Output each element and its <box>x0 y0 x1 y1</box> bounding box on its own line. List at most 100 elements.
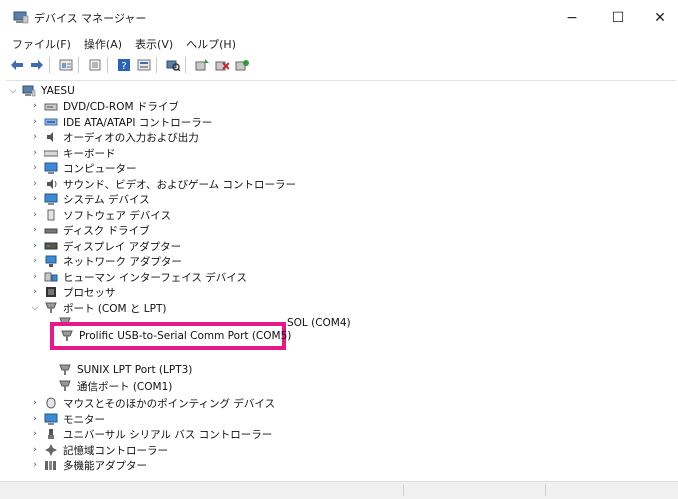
sound-icon <box>44 178 58 190</box>
chevron-right-icon[interactable]: › <box>30 272 40 282</box>
chevron-down-icon[interactable]: ⌵ <box>8 86 18 96</box>
menu-action[interactable]: 操作(A) <box>84 36 122 52</box>
tree-item[interactable]: › サウンド、ビデオ、およびゲーム コントローラー <box>30 176 296 192</box>
computer-icon <box>22 85 36 97</box>
tree-item[interactable]: › ネットワーク アダプター <box>30 253 182 269</box>
chevron-right-icon[interactable]: › <box>30 210 40 220</box>
title-bar: デバイス マネージャー − ☐ ✕ <box>0 0 678 36</box>
tree-item-label: ディスク ドライブ <box>63 224 150 237</box>
chevron-right-icon[interactable]: › <box>30 460 40 470</box>
menu-help[interactable]: ヘルプ(H) <box>186 36 236 52</box>
port-item-selected[interactable]: Prolific USB-to-Serial Comm Port (COM5) <box>60 328 291 344</box>
tree-item[interactable]: › モニター <box>30 411 105 427</box>
chevron-right-icon[interactable]: › <box>30 225 40 235</box>
tree-item[interactable]: › ユニバーサル シリアル バス コントローラー <box>30 426 272 442</box>
chevron-right-icon[interactable]: › <box>30 429 40 439</box>
menu-view[interactable]: 表示(V) <box>135 36 173 52</box>
svg-text:?: ? <box>121 61 126 71</box>
scan-hardware-icon[interactable] <box>165 57 181 73</box>
chevron-right-icon[interactable]: › <box>30 287 40 297</box>
system-device-icon <box>44 193 58 205</box>
tree-root[interactable]: ⌵ YAESU <box>8 83 75 99</box>
chevron-right-icon[interactable]: › <box>30 194 40 204</box>
tree-item[interactable]: › プロセッサ <box>30 284 116 300</box>
tree-item[interactable]: › 多機能アダプター <box>30 457 147 473</box>
tree-item-label: コンピューター <box>63 162 137 175</box>
tree-item-label: IDE ATA/ATAPI コントローラー <box>63 116 213 129</box>
dvd-drive-icon <box>44 100 58 112</box>
mouse-icon <box>44 397 58 409</box>
menu-file[interactable]: ファイル(F) <box>12 36 71 52</box>
status-bar <box>0 481 678 499</box>
update-driver-icon[interactable] <box>234 57 250 73</box>
chevron-right-icon[interactable]: › <box>30 179 40 189</box>
chevron-right-icon[interactable]: › <box>30 398 40 408</box>
chevron-right-icon[interactable]: › <box>30 132 40 142</box>
tree-root-label: YAESU <box>41 85 75 97</box>
software-device-icon <box>44 209 58 221</box>
multifunction-adapter-icon <box>44 459 58 471</box>
toolbar-separator <box>49 57 50 73</box>
uninstall-device-icon[interactable] <box>214 57 230 73</box>
tree-item-label: キーボード <box>63 147 116 160</box>
tree-item[interactable]: › オーディオの入力および出力 <box>30 129 199 145</box>
forward-arrow-icon[interactable] <box>29 57 45 73</box>
tree-item[interactable]: › ヒューマン インターフェイス デバイス <box>30 269 247 285</box>
tree-item[interactable]: › DVD/CD-ROM ドライブ <box>30 98 179 114</box>
close-button[interactable]: ✕ <box>638 4 678 32</box>
device-tree: ⌵ YAESU › DVD/CD-ROM ドライブ › IDE ATA/ATAP… <box>6 80 676 481</box>
status-divider <box>403 484 404 496</box>
port-icon <box>58 364 72 376</box>
port-item[interactable]: 通信ポート (COM1) <box>58 378 172 394</box>
toolbar: ? <box>0 53 678 77</box>
port-item-label: SUNIX LPT Port (LPT3) <box>77 364 193 376</box>
tree-item[interactable]: › ディスク ドライブ <box>30 222 150 238</box>
tree-item[interactable]: › IDE ATA/ATAPI コントローラー <box>30 114 212 130</box>
chevron-right-icon[interactable]: › <box>30 445 40 455</box>
chevron-right-icon[interactable]: › <box>30 163 40 173</box>
tree-item-ports[interactable]: ⌵ ポート (COM と LPT) <box>30 300 166 316</box>
back-arrow-icon[interactable] <box>9 57 25 73</box>
chevron-right-icon[interactable]: › <box>30 101 40 111</box>
tree-item[interactable]: › コンピューター <box>30 160 137 176</box>
monitor-icon <box>44 413 58 425</box>
tree-item[interactable]: › キーボード <box>30 145 116 161</box>
usb-icon <box>44 428 58 440</box>
close-icon: ✕ <box>654 10 666 26</box>
help-icon[interactable]: ? <box>116 57 132 73</box>
speaker-icon <box>44 131 58 143</box>
tree-item[interactable]: › ソフトウェア デバイス <box>30 207 171 223</box>
ide-controller-icon <box>44 116 58 128</box>
toolbar-separator <box>156 57 157 73</box>
device-manager-icon <box>13 10 29 24</box>
toolbar-separator <box>78 57 79 73</box>
tree-item[interactable]: › マウスとそのほかのポインティング デバイス <box>30 395 275 411</box>
toolbar-separator <box>185 57 186 73</box>
chevron-right-icon[interactable]: › <box>30 117 40 127</box>
chevron-right-icon[interactable]: › <box>30 414 40 424</box>
maximize-button[interactable]: ☐ <box>596 4 640 32</box>
chevron-right-icon[interactable]: › <box>30 148 40 158</box>
tree-item-label: 多機能アダプター <box>63 459 147 472</box>
device-view-icon[interactable] <box>136 57 152 73</box>
minimize-button[interactable]: − <box>550 4 594 32</box>
tree-item[interactable]: › 記憶域コントローラー <box>30 442 168 458</box>
port-icon <box>58 380 72 392</box>
keyboard-icon <box>43 147 59 159</box>
add-device-icon[interactable] <box>194 57 210 73</box>
computer-icon <box>44 162 58 174</box>
properties-icon[interactable] <box>58 57 74 73</box>
tree-item[interactable]: › ディスプレイ アダプター <box>30 238 181 254</box>
network-adapter-icon <box>44 255 58 267</box>
processor-icon <box>44 286 58 298</box>
chevron-right-icon[interactable]: › <box>30 241 40 251</box>
disk-drive-icon <box>44 224 58 236</box>
chevron-down-icon[interactable]: ⌵ <box>30 303 40 313</box>
tree-item-label: オーディオの入力および出力 <box>63 131 199 144</box>
chevron-right-icon[interactable]: › <box>30 256 40 266</box>
tree-item-label: プロセッサ <box>63 286 116 299</box>
update-list-icon[interactable] <box>87 57 103 73</box>
port-item[interactable]: SUNIX LPT Port (LPT3) <box>58 362 192 378</box>
tree-item[interactable]: › システム デバイス <box>30 191 150 207</box>
storage-controller-icon <box>44 444 58 456</box>
